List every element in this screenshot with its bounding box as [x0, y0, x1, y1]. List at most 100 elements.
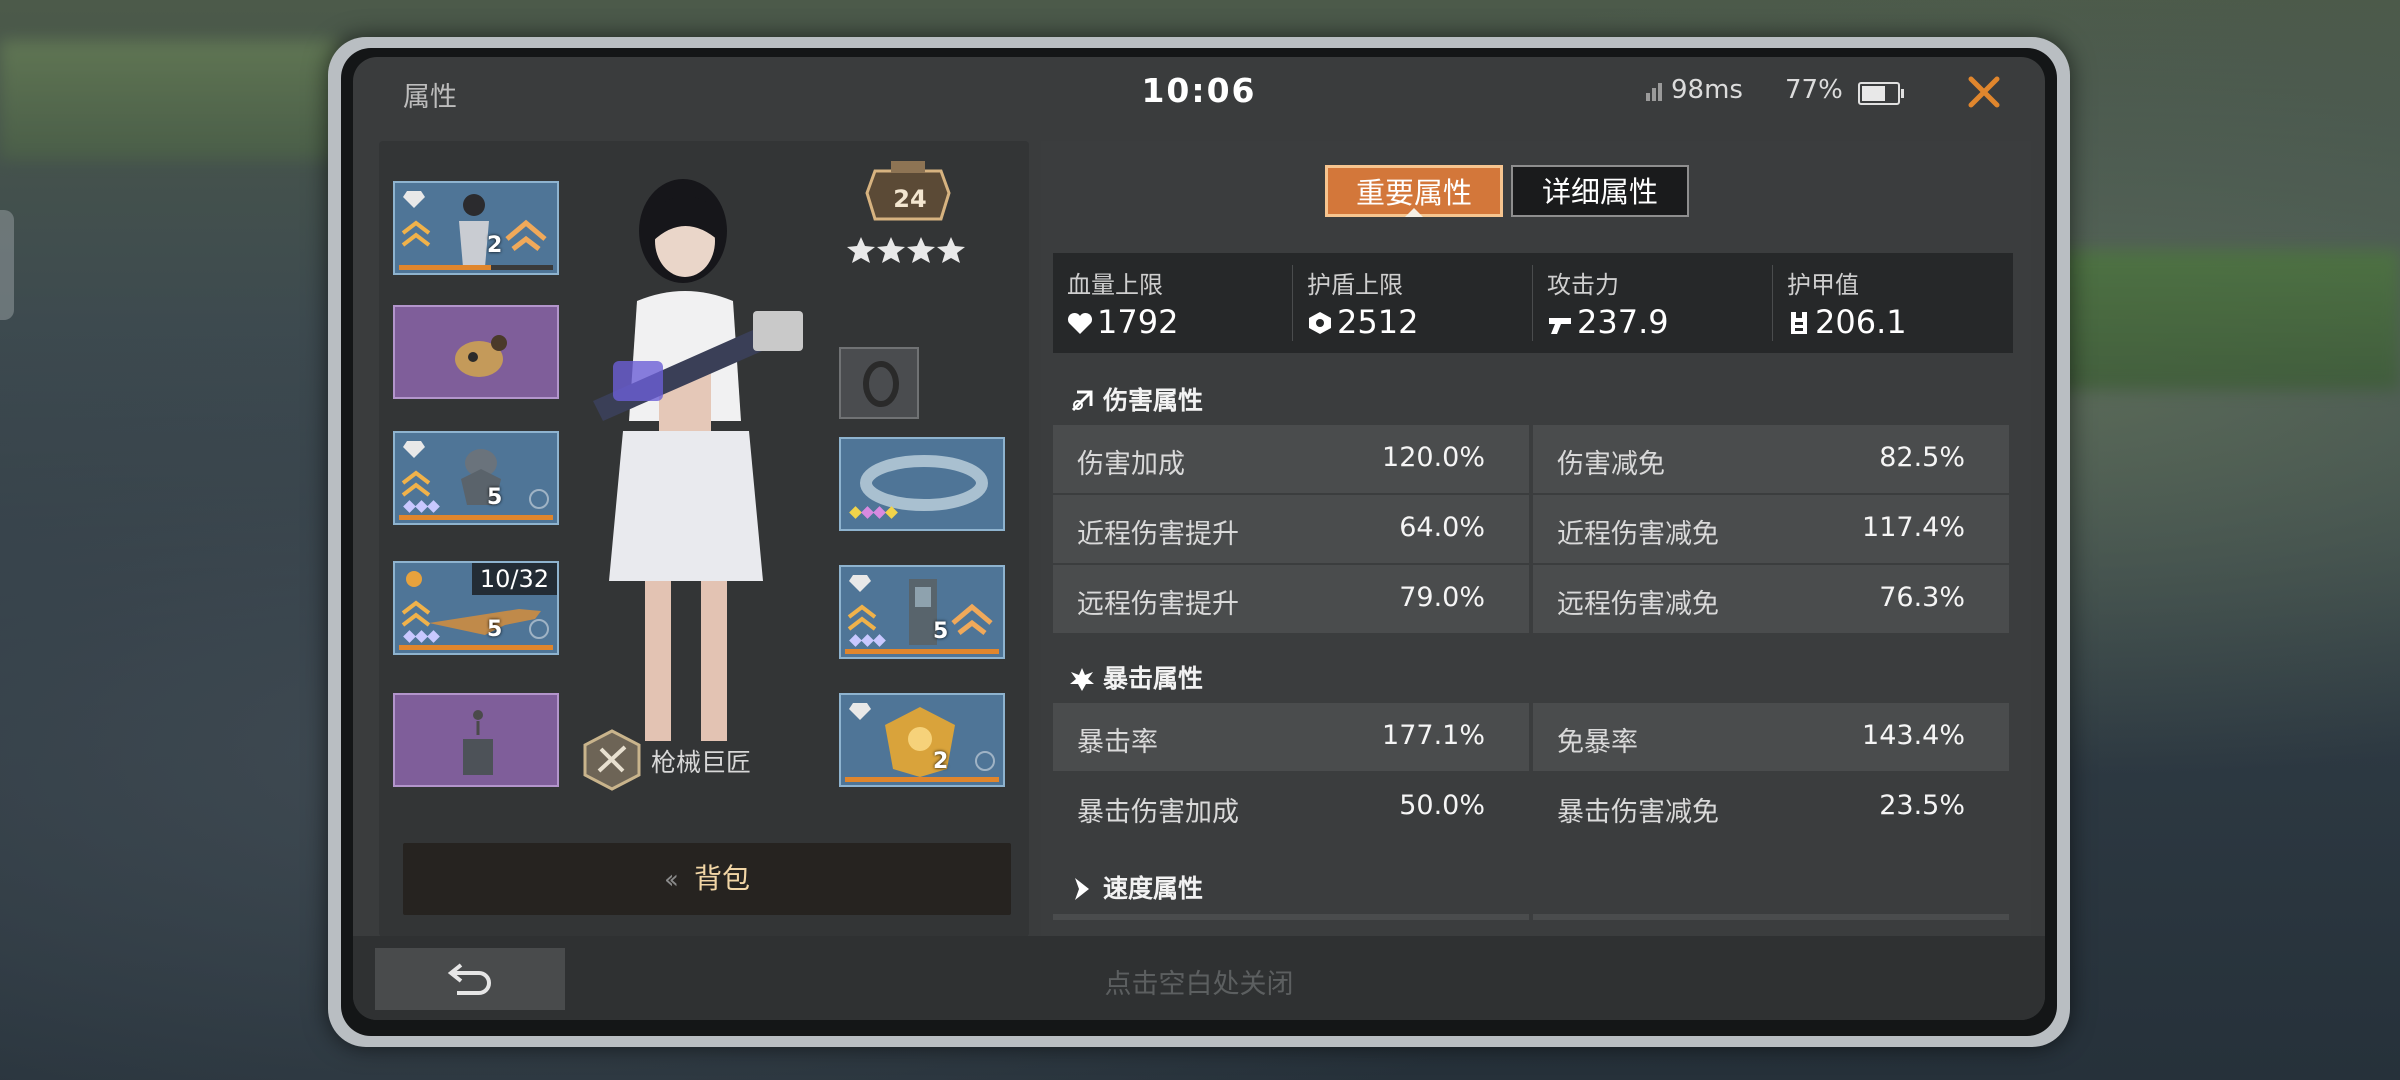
equip-slot-ring[interactable]: [839, 347, 919, 419]
side-handle: [0, 210, 14, 320]
class-name: 枪械巨匠: [651, 748, 752, 777]
section-title-text: 速度属性: [1103, 874, 1204, 903]
stat-row-partial: [1533, 914, 2009, 920]
tab-detailed-attributes[interactable]: 详细属性: [1511, 165, 1689, 217]
key-stat-armor: 护甲值 206.1: [1773, 253, 2013, 353]
ammo-counter: 10/32: [471, 563, 557, 595]
battery-percent: 77%: [1785, 75, 1843, 105]
key-stat-hp: 血量上限 1792: [1053, 253, 1293, 353]
equip-slot-purple-item[interactable]: [393, 305, 559, 399]
close-hint[interactable]: 点击空白处关闭: [353, 962, 2045, 1001]
progress-bar: [845, 649, 999, 654]
stat-label: 远程伤害提升: [1077, 589, 1239, 620]
key-stat-shield: 护盾上限 2512: [1293, 253, 1533, 353]
slot-circle-icon: [975, 751, 995, 771]
upgrade-wing-icon: [505, 219, 547, 251]
section-title-text: 伤害属性: [1103, 386, 1204, 415]
diamond-icon: [403, 191, 425, 208]
key-stat-value: 2512: [1337, 303, 1419, 341]
crit-burst-icon: [1070, 668, 1094, 691]
key-stat-label: 护盾上限: [1307, 271, 1403, 299]
stat-value: 76.3%: [1879, 582, 1965, 613]
rank-level: 24: [893, 185, 927, 213]
attribute-tabs: 重要属性 详细属性: [1325, 165, 1689, 217]
stat-label: 伤害减免: [1557, 449, 1665, 480]
rank-stars: [847, 237, 965, 263]
key-stat-label: 血量上限: [1067, 271, 1163, 299]
close-button[interactable]: [1961, 69, 2007, 115]
stat-damage-reduction: 伤害减免 82.5%: [1533, 425, 2009, 493]
equip-slot-character[interactable]: 2: [393, 181, 559, 275]
stat-value: 117.4%: [1862, 512, 1965, 543]
background-grass-right: [2040, 250, 2400, 390]
equip-slot-module[interactable]: 5: [839, 565, 1005, 659]
tablet-frame: 属性 10:06 98ms 77% 2 5 10/32 5 24 5 2 枪械巨…: [328, 37, 2070, 1047]
upgrade-wing-icon: [951, 603, 993, 635]
mech-pet-icon: [455, 335, 507, 377]
equip-slot-purple-device[interactable]: [393, 693, 559, 787]
quality-dots: [849, 634, 886, 647]
gun-icon: [1549, 318, 1571, 334]
stat-ranged-damage-up: 远程伤害提升 79.0%: [1053, 565, 1529, 633]
item-level: 2: [487, 233, 503, 258]
diamond-icon: [849, 703, 871, 720]
stat-melee-damage-reduction: 近程伤害减免 117.4%: [1533, 495, 2009, 563]
attributes-panel: 重要属性 详细属性 血量上限 1792 护盾上限 2512 攻击力 237.9 …: [1041, 141, 2031, 937]
ping-value: 98ms: [1671, 75, 1743, 105]
stat-crit-damage-reduction: 暴击伤害减免 23.5%: [1533, 773, 2009, 841]
status-bar: 属性 10:06 98ms 77%: [353, 57, 2045, 127]
rank-chevron-icon: [401, 470, 431, 497]
bracelet-icon: [860, 455, 988, 511]
section-speed-title: 速度属性: [1069, 869, 1203, 905]
class-badge-icon: [583, 729, 641, 791]
section-crit-title: 暴击属性: [1069, 659, 1203, 695]
key-stat-value: 206.1: [1815, 303, 1907, 341]
stat-value: 64.0%: [1399, 512, 1485, 543]
equip-slot-rifle[interactable]: 10/32 5: [393, 561, 559, 655]
bottom-bar: 点击空白处关闭: [353, 936, 2045, 1020]
golden-armor-icon: [885, 707, 955, 777]
stat-label: 免暴率: [1557, 727, 1638, 758]
sun-badge-icon: [406, 571, 422, 587]
ring-icon: [863, 361, 899, 407]
device-icon: [463, 710, 493, 775]
diamond-icon: [403, 441, 425, 458]
quality-dots: [849, 506, 898, 519]
backpack-label: 背包: [693, 862, 750, 895]
tab-important-attributes[interactable]: 重要属性: [1325, 165, 1503, 217]
stat-label: 远程伤害减免: [1557, 589, 1719, 620]
quality-dots: [403, 630, 440, 643]
speed-chevron-icon: [1075, 878, 1089, 900]
stat-label: 暴击伤害减免: [1557, 797, 1719, 828]
progress-bar: [845, 777, 999, 782]
stat-value: 79.0%: [1399, 582, 1485, 613]
stat-melee-damage-up: 近程伤害提升 64.0%: [1053, 495, 1529, 563]
stat-value: 177.1%: [1382, 720, 1485, 751]
backpack-button[interactable]: ‹‹ 背包: [403, 843, 1011, 915]
key-stat-value-wrap: 237.9: [1547, 303, 1669, 341]
item-level: 5: [487, 485, 503, 510]
progress-bar: [399, 265, 553, 270]
stat-crit-resist: 免暴率 143.4%: [1533, 703, 2009, 771]
stat-crit-rate: 暴击率 177.1%: [1053, 703, 1529, 771]
stat-label: 暴击伤害加成: [1077, 797, 1239, 828]
item-level: 5: [933, 619, 949, 644]
slot-circle-icon: [529, 619, 549, 639]
stat-crit-damage-bonus: 暴击伤害加成 50.0%: [1053, 773, 1529, 841]
double-chevron-left-icon: ‹‹: [664, 865, 679, 895]
key-stat-value-wrap: 1792: [1067, 303, 1178, 341]
tablet-bezel: 属性 10:06 98ms 77% 2 5 10/32 5 24 5 2 枪械巨…: [341, 48, 2057, 1036]
equip-slot-armor[interactable]: 2: [839, 693, 1005, 787]
rank-chevron-icon: [401, 220, 431, 247]
key-stats-row: 血量上限 1792 护盾上限 2512 攻击力 237.9 护甲值 206.1: [1053, 253, 2013, 353]
character-model: [593, 179, 803, 741]
equip-slot-robot[interactable]: 5: [393, 431, 559, 525]
equip-slot-bracelet[interactable]: [839, 437, 1005, 531]
battery-icon: [1858, 82, 1904, 105]
stat-value: 23.5%: [1879, 790, 1965, 821]
stat-value: 120.0%: [1382, 442, 1485, 473]
rifle-icon: [429, 609, 541, 635]
key-stat-value-wrap: 2512: [1307, 303, 1418, 341]
diamond-icon: [849, 575, 871, 592]
item-level: 2: [933, 749, 949, 774]
